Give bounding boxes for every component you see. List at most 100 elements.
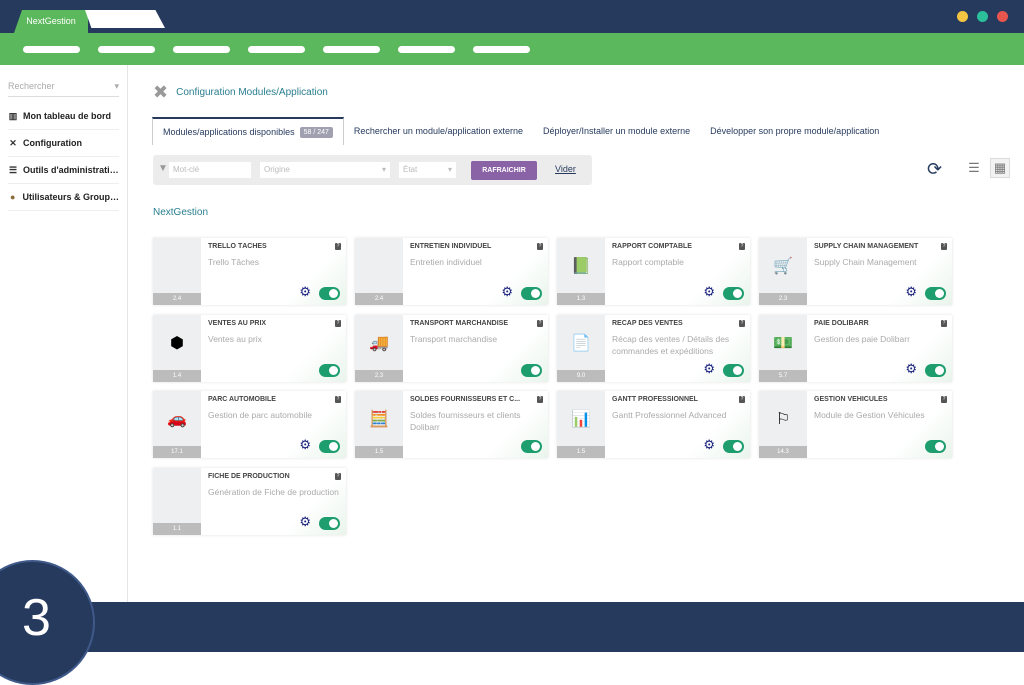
module-description: Gestion des paie Dolibarr [814,334,910,344]
module-name: SUPPLY CHAIN MANAGEMENT [814,243,919,250]
enable-toggle[interactable] [521,364,542,377]
module-version: 14.3 [759,446,807,458]
help-icon[interactable]: ? [335,473,341,480]
sidebar-search[interactable]: Rechercher ▾ [8,81,119,97]
gear-icon[interactable]: ⚙ [299,284,311,300]
enable-toggle[interactable] [521,287,542,300]
caret-icon: ▾ [447,165,452,174]
close-dot[interactable] [997,11,1008,22]
module-description: Transport marchandise [410,334,498,344]
sidebar-item-admin-tools[interactable]: ☰ Outils d'administrati… [8,157,119,184]
maximize-dot[interactable] [977,11,988,22]
module-name: SOLDES FOURNISSEURS ET C... [410,396,521,403]
app-tab[interactable]: NextGestion [14,10,88,33]
module-name: RAPPORT COMPTABLE [612,243,692,250]
enable-toggle[interactable] [521,440,542,453]
module-description: Gantt Professionnel Advanced [612,410,727,420]
help-icon[interactable]: ? [941,243,947,250]
menu-placeholder[interactable] [323,46,380,53]
help-icon[interactable]: ? [537,396,543,403]
tab-deploy-module[interactable]: Déployer/Installer un module externe [533,117,700,145]
tab-develop-module[interactable]: Développer son propre module/application [700,117,889,145]
enable-toggle[interactable] [319,287,340,300]
module-version: 2.4 [355,293,403,305]
help-icon[interactable]: ? [941,320,947,327]
blank-tab[interactable] [85,10,165,28]
menu-placeholder[interactable] [248,46,305,53]
sidebar-item-label: Configuration [23,138,82,148]
module-name: GANTT PROFESSIONNEL [612,396,698,403]
minimize-dot[interactable] [957,11,968,22]
module-description: Soldes fournisseurs et clients Dolibarr [410,410,521,432]
module-description: Récap des ventes / Détails des commandes… [612,334,730,356]
help-icon[interactable]: ? [335,243,341,250]
sidebar-item-dashboard[interactable]: ▥ Mon tableau de bord [8,103,119,130]
help-icon[interactable]: ? [537,243,543,250]
gear-icon[interactable]: ⚙ [703,361,715,377]
refresh-button[interactable]: RAFRAICHIR [471,161,537,180]
help-icon[interactable]: ? [335,320,341,327]
module-card: 2.4 ENTRETIEN INDIVIDUEL Entretien indiv… [355,238,548,305]
module-card: 💵 5.7 PAIE DOLIBARR Gestion des paie Dol… [759,315,952,382]
help-icon[interactable]: ? [739,243,745,250]
module-name: ENTRETIEN INDIVIDUEL [410,243,492,250]
module-version: 1.1 [153,523,201,535]
module-version: 2.3 [355,370,403,382]
help-icon[interactable]: ? [537,320,543,327]
module-card: 🚚 2.3 TRANSPORT MARCHANDISE Transport ma… [355,315,548,382]
module-card: 🚗 17.1 PARC AUTOMOBILE Gestion de parc a… [153,391,346,458]
top-bar: NextGestion [0,0,1024,33]
state-select[interactable]: État ▾ [399,162,456,178]
enable-toggle[interactable] [925,364,946,377]
enable-toggle[interactable] [319,364,340,377]
module-description: Gestion de parc automobile [208,410,312,420]
help-icon[interactable]: ? [739,396,745,403]
sidebar-item-label: Utilisateurs & Group… [22,192,119,202]
server-icon: ☰ [8,164,18,175]
bottom-bar [0,602,1024,652]
tab-bar: Modules/applications disponibles 58 / 247… [152,117,889,145]
list-view-icon[interactable]: ☰ [964,158,984,178]
menu-placeholder[interactable] [173,46,230,53]
gear-icon[interactable]: ⚙ [703,284,715,300]
window-controls [957,11,1008,22]
menu-placeholder[interactable] [398,46,455,53]
enable-toggle[interactable] [319,517,340,530]
keyword-input[interactable]: Mot-clé [169,162,251,178]
gear-icon[interactable]: ⚙ [905,284,917,300]
help-icon[interactable]: ? [335,396,341,403]
tab-search-external[interactable]: Rechercher un module/application externe [344,117,533,145]
tab-available-modules[interactable]: Modules/applications disponibles 58 / 247 [152,117,344,145]
enable-toggle[interactable] [723,364,744,377]
help-icon[interactable]: ? [941,396,947,403]
gear-icon[interactable]: ⚙ [299,437,311,453]
gear-icon[interactable]: ⚙ [299,514,311,530]
enable-toggle[interactable] [925,287,946,300]
module-version: 1.3 [557,293,605,305]
placeholder: État [403,165,418,174]
enable-toggle[interactable] [723,440,744,453]
tools-icon: ✖ [153,82,169,102]
menu-placeholder[interactable] [23,46,80,53]
enable-toggle[interactable] [319,440,340,453]
tab-label: Rechercher un module/application externe [353,126,524,136]
sidebar-item-users[interactable]: ● Utilisateurs & Group… [8,184,119,211]
gear-icon[interactable]: ⚙ [501,284,513,300]
clear-link[interactable]: Vider [555,164,576,174]
refresh-icon[interactable]: ⟳ [927,159,942,180]
menu-placeholder[interactable] [473,46,530,53]
gear-icon[interactable]: ⚙ [703,437,715,453]
module-name: PARC AUTOMOBILE [208,396,276,403]
module-card: 1.1 FICHE DE PRODUCTION Génération de Fi… [153,468,346,535]
grid-view-icon[interactable]: ▦ [990,158,1010,178]
gear-icon[interactable]: ⚙ [905,361,917,377]
module-description: Rapport comptable [612,257,684,267]
sidebar-item-configuration[interactable]: ✕ Configuration [8,130,119,157]
enable-toggle[interactable] [925,440,946,453]
help-icon[interactable]: ? [739,320,745,327]
module-description: Trello Tâches [208,257,260,267]
origin-select[interactable]: Origine ▾ [260,162,390,178]
module-version: 1.5 [355,446,403,458]
enable-toggle[interactable] [723,287,744,300]
menu-placeholder[interactable] [98,46,155,53]
